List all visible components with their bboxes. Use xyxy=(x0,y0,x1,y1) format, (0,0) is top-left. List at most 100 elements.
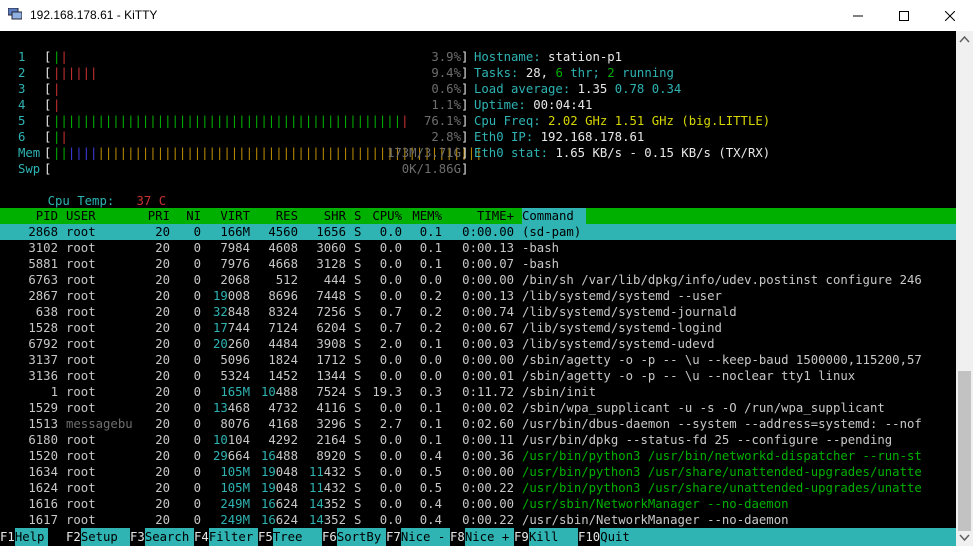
fkey-search-button[interactable]: F3Search xyxy=(130,528,194,546)
table-row[interactable]: 1 root 20 0 165M 10488 7524 S 19.3 0.3 0:11.72/sbi… xyxy=(0,384,956,400)
table-row[interactable]: 1624 root 20 0 105M 19048 11432 S 0.0 0.5 0:00.22/… xyxy=(0,480,956,496)
load-15: 0.34 xyxy=(651,82,682,96)
meter-label: Swp xyxy=(18,162,41,176)
maximize-button[interactable] xyxy=(881,0,927,31)
window-titlebar[interactable]: 192.168.178.61 - KiTTY xyxy=(0,0,973,31)
cell-time: 0:00.22 xyxy=(462,513,514,527)
table-row[interactable]: 1617 root 20 0 249M 16624 14352 S 0.0 0.4 0:00.22/… xyxy=(0,512,956,528)
cell-pid: 1624 xyxy=(28,481,58,495)
cell-mem: 0.1 xyxy=(419,337,442,351)
table-row[interactable]: 1520 root 20 0 29664 16488 8920 S 0.0 0.4 0:00.36/… xyxy=(0,448,956,464)
freq-little: 1.51 GHz xyxy=(614,114,674,128)
table-row[interactable]: 6792 root 20 0 20260 4484 3908 S 2.0 0.1 0:00.03/l… xyxy=(0,336,956,352)
table-row[interactable]: 2868 root 20 0 166M 4560 1656 S 0.0 0.1 0:00.00 (sd… xyxy=(0,224,956,240)
minimize-button[interactable] xyxy=(835,0,881,31)
cell-pid: 1 xyxy=(50,385,58,399)
cell-pid: 1513 xyxy=(28,417,58,431)
cell-shr: 1712 xyxy=(316,353,346,367)
table-row[interactable]: 1616 root 20 0 249M 16624 14352 S 0.0 0.4 0:00.00/… xyxy=(0,496,956,512)
table-row[interactable]: 2867 root 20 0 19008 8696 7448 S 0.0 0.2 0:00.13/l… xyxy=(0,288,956,304)
fkey-help-button[interactable]: F1Help xyxy=(0,528,48,546)
cell-time: 0:00.02 xyxy=(462,401,514,415)
table-row[interactable]: 1634 root 20 0 105M 19048 11432 S 0.0 0.5 0:00.00/… xyxy=(0,464,956,480)
tasks-label: Tasks: xyxy=(474,66,519,80)
cell-cmd: /usr/sbin/NetworkManager --no-daemon xyxy=(522,497,789,511)
cell-cmd: /sbin/agetty -o -p -- \u --noclear tty1 … xyxy=(522,369,856,383)
terminal-area[interactable]: 1[|| 3.9%] 2[|||||| 9.4%] 3[| 0.6%] 4[| 1.1%] 5[… xyxy=(0,31,956,546)
cell-pid: 1634 xyxy=(28,465,58,479)
table-row[interactable]: 6180 root 20 0 10104 4292 2164 S 0.0 0.1 0:00.11/u… xyxy=(0,432,956,448)
fkey-nice-button[interactable]: F8Nice + xyxy=(450,528,514,546)
meter-3: 3[| 0.6%] xyxy=(18,82,469,96)
meter-value: 0K/1.86G xyxy=(401,162,461,176)
fkey-filter-button[interactable]: F4Filter xyxy=(194,528,258,546)
cell-mem: 0.4 xyxy=(419,449,442,463)
table-row[interactable]: 5881 root 20 0 7976 4668 3128 S 0.0 0.1 0:00.07 -ba… xyxy=(0,256,956,272)
meter-1: 1[|| 3.9%] xyxy=(18,50,469,64)
hostname-label: Hostname: xyxy=(474,50,541,64)
table-row[interactable]: 3102 root 20 0 7984 4608 3060 S 0.0 0.1 0:00.13 -ba… xyxy=(0,240,956,256)
cpu-temp-value: 37 C xyxy=(136,194,167,208)
cell-shr: 7448 xyxy=(316,289,346,303)
meter-label: 5 xyxy=(18,114,26,128)
column-header-mem[interactable]: MEM% xyxy=(382,208,442,224)
fkey-sortby-button[interactable]: F6SortBy xyxy=(322,528,386,546)
fkey-quit-button[interactable]: F10Quit xyxy=(578,528,956,546)
table-row[interactable]: 1529 root 20 0 13468 4732 4116 S 0.0 0.1 0:00.02/s… xyxy=(0,400,956,416)
table-row[interactable]: 6763 root 20 0 2068 512 444 S 0.0 0.0 0:00.00/bin/… xyxy=(0,272,956,288)
column-header-command[interactable]: Command xyxy=(522,208,586,224)
cell-mem: 0.1 xyxy=(419,433,442,447)
table-row[interactable]: 3136 root 20 0 5324 1452 1344 S 0.0 0.0 0:00.01/sb… xyxy=(0,368,956,384)
cell-shr: 7256 xyxy=(316,305,346,319)
cell-pid: 3136 xyxy=(28,369,58,383)
cell-shr: 11432 xyxy=(308,481,346,495)
column-header-pid[interactable]: PID xyxy=(0,208,58,224)
freq-big: 2.02 GHz xyxy=(548,114,608,128)
meter-value: 0.6% xyxy=(431,82,461,96)
fkey-label: Setup xyxy=(80,528,130,546)
close-button[interactable] xyxy=(927,0,973,31)
cell-mem: 0.2 xyxy=(419,305,442,319)
cell-time: 0:00.74 xyxy=(462,305,514,319)
fkey-label: Kill xyxy=(528,528,578,546)
cell-mem: 0.1 xyxy=(419,241,442,255)
fkey-setup-button[interactable]: F2Setup xyxy=(66,528,130,546)
column-header-shr[interactable]: SHR xyxy=(286,208,346,224)
scroll-down-icon[interactable] xyxy=(956,529,973,546)
cell-time: 0:00.07 xyxy=(462,257,514,271)
freq-note: (big.LITTLE) xyxy=(681,114,771,128)
cell-shr: 4116 xyxy=(316,401,346,415)
cell-cmd: (sd-pam) xyxy=(522,225,582,239)
scroll-up-icon[interactable] xyxy=(956,31,973,48)
fkey-tree-button[interactable]: F5Tree xyxy=(258,528,322,546)
cell-pid: 1616 xyxy=(28,497,58,511)
column-header-user[interactable]: USER xyxy=(66,208,96,224)
table-row[interactable]: 3137 root 20 0 5096 1824 1712 S 0.0 0.0 0:00.00/sb… xyxy=(0,352,956,368)
meter-label: Mem xyxy=(18,146,41,160)
fkey-nice-button[interactable]: F7Nice - xyxy=(386,528,450,546)
cell-cmd: /sbin/agetty -o -p -- \u --keep-baud 150… xyxy=(522,353,922,367)
cell-cmd: -bash xyxy=(522,257,560,271)
fkey-kill-button[interactable]: F9Kill xyxy=(514,528,578,546)
meter-bar: || xyxy=(53,50,68,64)
terminal-scrollbar[interactable] xyxy=(956,31,973,546)
fkey-number: F4 xyxy=(194,530,209,544)
scroll-thumb[interactable] xyxy=(958,371,971,531)
cell-time: 0:00.13 xyxy=(462,289,514,303)
function-key-bar: F1Help F2Setup F3Search F4Filter F5Tree F6Sor… xyxy=(0,528,956,546)
table-row[interactable]: 1528 root 20 0 17744 7124 6204 S 0.7 0.2 0:00.67/l… xyxy=(0,320,956,336)
table-row[interactable]: 638 root 20 0 32848 8324 7256 S 0.7 0.2 0:00.74/li… xyxy=(0,304,956,320)
fkey-label: Nice + xyxy=(464,528,514,546)
meter-5: 5[||||||||||||||||||||||||||||||||||||||… xyxy=(18,114,469,128)
table-row[interactable]: 1513 messagebu 20 0 8076 4168 3296 S 2.7 0.1 0:02.… xyxy=(0,416,956,432)
cell-cmd: /usr/bin/python3 /usr/share/unattended-u… xyxy=(522,465,922,479)
cell-mem: 0.4 xyxy=(419,497,442,511)
cell-cmd: /lib/systemd/systemd-journald xyxy=(522,305,737,319)
process-table-header: PID USER PRI NI VIRT RES SHR S CPU% MEM% TIME+ Comm… xyxy=(0,208,956,224)
cell-cmd: /lib/systemd/systemd --user xyxy=(522,289,722,303)
cell-pid: 5881 xyxy=(28,257,58,271)
meter-bar: | xyxy=(53,98,61,112)
close-icon xyxy=(945,10,955,21)
maximize-icon xyxy=(899,10,909,21)
column-header-time[interactable]: TIME+ xyxy=(454,208,514,224)
